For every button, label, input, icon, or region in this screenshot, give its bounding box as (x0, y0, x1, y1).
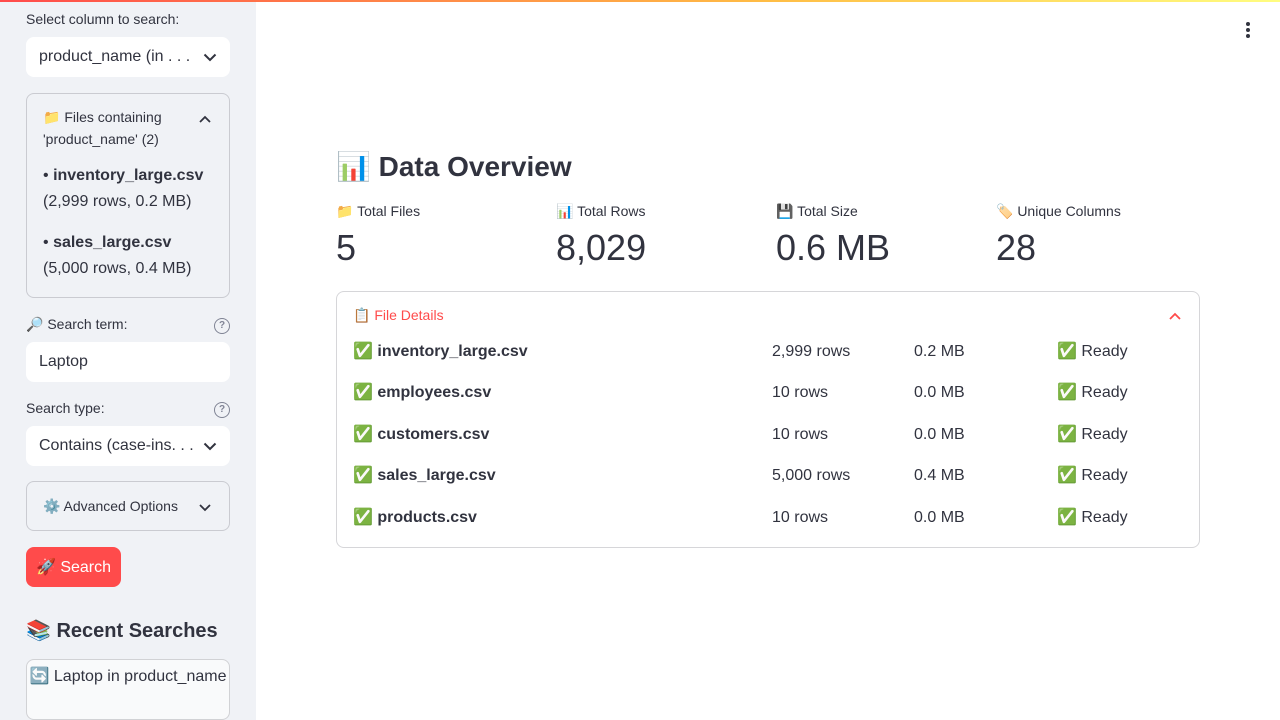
metric-total-rows: 📊 Total Rows 8,029 (556, 200, 766, 272)
file-name: ✅ customers.csv (353, 426, 490, 443)
file-name: sales_large.csv (53, 234, 172, 251)
metric-value: 28 (996, 227, 1037, 268)
search-button[interactable]: 🚀 Search (26, 547, 121, 587)
metric-total-files: 📁 Total Files 5 (336, 200, 546, 272)
row-count: 10 rows (772, 426, 829, 443)
status-badge: ✅ Ready (1057, 343, 1128, 360)
list-item: • sales_large.csv (5,000 rows, 0.4 MB) (43, 230, 218, 282)
search-term-input[interactable]: Laptop (26, 342, 230, 382)
file-details-header[interactable]: 📋 File Details (353, 304, 444, 326)
metric-total-size: 💾 Total Size 0.6 MB (776, 200, 986, 272)
list-item: • inventory_large.csv (2,999 rows, 0.2 M… (43, 163, 218, 215)
folder-icon: 📁 (43, 109, 61, 125)
search-term-label: 🔎 Search term: (26, 316, 128, 332)
metric-value: 8,029 (556, 227, 647, 268)
metric-label: 📊 Total Rows (556, 203, 646, 219)
table-row: ✅ sales_large.csv 5,000 rows 0.4 MB ✅ Re… (353, 463, 1185, 489)
files-containing-expander: 📁 Files containing 'product_name' (2) • … (26, 93, 230, 298)
file-details-expander: 📋 File Details ✅ inventory_large.csv 2,9… (336, 291, 1200, 548)
search-type-label: Search type: (26, 400, 105, 416)
row-count: 5,000 rows (772, 467, 851, 484)
metric-label: 📁 Total Files (336, 203, 421, 219)
file-name: ✅ employees.csv (353, 384, 492, 401)
chevron-up-icon[interactable] (199, 110, 211, 128)
chevron-up-icon[interactable] (1169, 307, 1181, 325)
file-name: inventory_large.csv (53, 167, 204, 184)
table-row: ✅ products.csv 10 rows 0.0 MB ✅ Ready (353, 505, 1185, 531)
file-size: 0.4 MB (914, 467, 965, 484)
metric-value: 5 (336, 227, 357, 268)
row-count: 10 rows (772, 509, 829, 526)
recent-searches-heading: 📚 Recent Searches (26, 620, 218, 642)
help-icon[interactable]: ? (214, 402, 230, 418)
table-row: ✅ employees.csv 10 rows 0.0 MB ✅ Ready (353, 380, 1185, 406)
metric-unique-columns: 🏷️ Unique Columns 28 (996, 200, 1206, 272)
table-row: ✅ inventory_large.csv 2,999 rows 0.2 MB … (353, 339, 1185, 365)
help-icon[interactable]: ? (214, 318, 230, 334)
metric-label: 💾 Total Size (776, 203, 858, 219)
column-select-value: product_name (in . . . (39, 48, 191, 65)
column-select-label: Select column to search: (26, 11, 180, 27)
row-count: 10 rows (772, 384, 829, 401)
bullet: • (43, 234, 49, 251)
chevron-down-icon (199, 499, 211, 517)
search-type-select[interactable]: Contains (case-ins. . . (26, 426, 230, 466)
status-badge: ✅ Ready (1057, 426, 1128, 443)
file-size: 0.0 MB (914, 509, 965, 526)
advanced-options-label: ⚙️ Advanced Options (43, 498, 178, 514)
file-info: (5,000 rows, 0.4 MB) (43, 260, 192, 277)
table-row: ✅ customers.csv 10 rows 0.0 MB ✅ Ready (353, 422, 1185, 448)
file-size: 0.0 MB (914, 384, 965, 401)
file-info: (2,999 rows, 0.2 MB) (43, 193, 192, 210)
metric-value: 0.6 MB (776, 227, 891, 268)
status-badge: ✅ Ready (1057, 467, 1128, 484)
file-size: 0.0 MB (914, 426, 965, 443)
files-expander-header[interactable]: 📁 Files containing 'product_name' (2) (43, 106, 193, 150)
chevron-down-icon (203, 50, 217, 64)
file-size: 0.2 MB (914, 343, 965, 360)
recent-search-button[interactable]: 🔄 Laptop in product_name (26, 659, 230, 720)
file-name: ✅ products.csv (353, 509, 477, 526)
files-expander-title: Files containing 'product_name' (2) (43, 109, 162, 147)
page-title: 📊 Data Overview (336, 151, 572, 182)
advanced-options-expander[interactable]: ⚙️ Advanced Options (26, 481, 230, 531)
file-name: ✅ inventory_large.csv (353, 343, 528, 360)
column-select[interactable]: product_name (in . . . (26, 37, 230, 77)
top-decoration-bar (0, 0, 1280, 2)
status-badge: ✅ Ready (1057, 509, 1128, 526)
file-name: ✅ sales_large.csv (353, 467, 496, 484)
sidebar: Select column to search: product_name (i… (0, 0, 256, 720)
chevron-down-icon (203, 439, 217, 453)
search-type-value: Contains (case-ins. . . (39, 437, 194, 454)
metric-label: 🏷️ Unique Columns (996, 203, 1121, 219)
main-menu-icon[interactable] (1240, 20, 1256, 40)
row-count: 2,999 rows (772, 343, 851, 360)
status-badge: ✅ Ready (1057, 384, 1128, 401)
bullet: • (43, 167, 49, 184)
